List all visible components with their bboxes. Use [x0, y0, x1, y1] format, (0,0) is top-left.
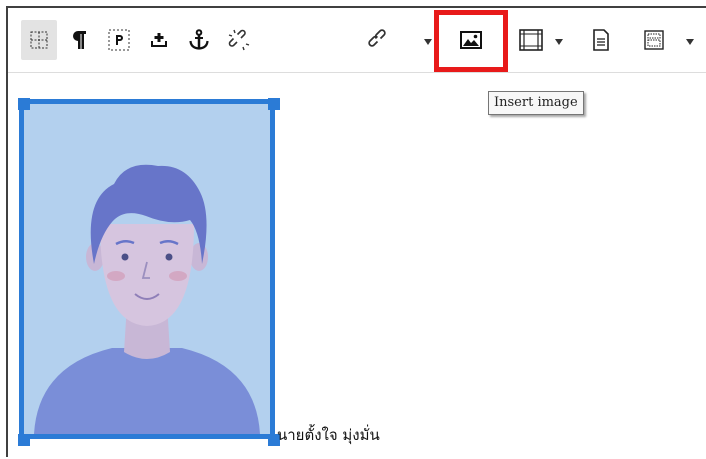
insert-image-button[interactable]: [453, 20, 489, 60]
pilcrow-icon: [69, 29, 89, 51]
paragraph-format-button[interactable]: [101, 20, 137, 60]
media-dropdown-arrow[interactable]: [553, 32, 565, 48]
insert-image-icon: [459, 29, 483, 51]
insert-document-button[interactable]: [583, 20, 619, 60]
editor-frame: Insert image นายตั้งใจ มุ่งมั่น: [6, 6, 706, 457]
link-button[interactable]: [361, 20, 397, 60]
resize-handle-top-left[interactable]: [18, 98, 30, 110]
chevron-down-icon: [685, 31, 695, 50]
link-icon: [367, 28, 391, 52]
insert-paragraph-button[interactable]: [141, 20, 177, 60]
unlink-button[interactable]: [221, 20, 257, 60]
insert-template-button[interactable]: [636, 20, 672, 60]
chevron-down-icon: [554, 31, 564, 50]
insert-paragraph-icon: [148, 29, 170, 51]
resize-handle-bottom-left[interactable]: [18, 434, 30, 446]
show-formatting-button[interactable]: [61, 20, 97, 60]
show-blocks-icon: [29, 30, 49, 50]
unlink-icon: [227, 28, 251, 52]
image-caption-text: นายตั้งใจ มุ่งมั่น: [277, 426, 380, 444]
insert-document-icon: [591, 28, 611, 52]
show-blocks-button[interactable]: [21, 20, 57, 60]
insert-media-button[interactable]: [513, 20, 549, 60]
template-dropdown-arrow[interactable]: [684, 32, 696, 48]
insert-template-icon: [643, 29, 665, 51]
link-dropdown-arrow[interactable]: [422, 32, 434, 48]
editor-content-area[interactable]: นายตั้งใจ มุ่งมั่น: [8, 73, 706, 459]
insert-media-icon: [518, 28, 544, 52]
editor-toolbar: [8, 8, 706, 73]
anchor-button[interactable]: [181, 20, 217, 60]
paragraph-p-icon: [107, 28, 131, 52]
resize-handle-top-right[interactable]: [268, 98, 280, 110]
chevron-down-icon: [423, 31, 433, 50]
anchor-icon: [187, 28, 211, 52]
person-avatar-illustration: [24, 104, 270, 434]
selected-image[interactable]: [19, 99, 275, 439]
